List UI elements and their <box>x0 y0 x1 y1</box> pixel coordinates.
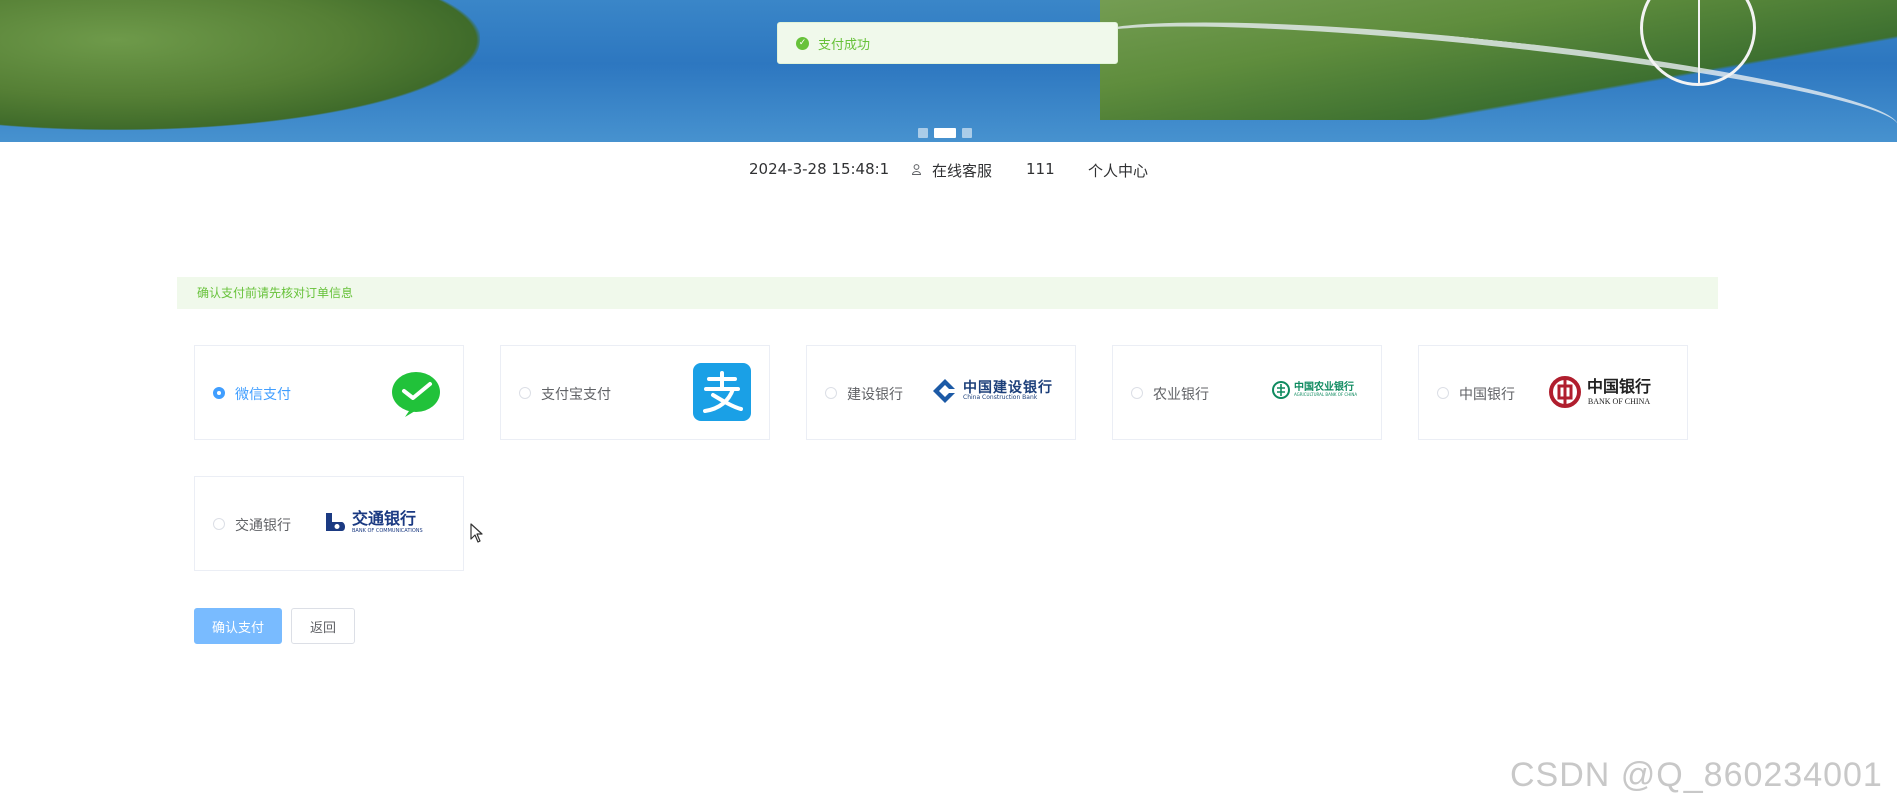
abc-logo: 中国农业银行 AGRICULTURAL BANK OF CHINA <box>1272 381 1357 399</box>
boc-logo-sub: BANK OF CHINA <box>1587 396 1651 406</box>
toast-message: 支付成功 <box>818 37 871 53</box>
radio-ccb[interactable] <box>825 387 837 399</box>
payment-label-bocom: 交通银行 <box>235 518 291 534</box>
order-tip-alert: 确认支付前请先核对订单信息 <box>177 277 1718 309</box>
abc-emblem-icon <box>1272 381 1290 399</box>
bocom-emblem-icon <box>326 513 345 531</box>
payment-label-wechat: 微信支付 <box>235 387 291 403</box>
confirm-payment-button[interactable]: 确认支付 <box>194 608 282 644</box>
payment-option-wechat[interactable]: 微信支付 <box>194 345 464 440</box>
boc-logo: 中国银行 BANK OF CHINA <box>1549 376 1651 408</box>
radio-abc[interactable] <box>1131 387 1143 399</box>
success-toast: ✓ 支付成功 <box>777 22 1118 64</box>
top-nav: 2024-3-28 15:48:1 在线客服 111 个人中心 <box>0 160 1904 180</box>
wechat-pay-icon <box>392 372 440 417</box>
profile-link[interactable]: 个人中心 <box>1088 160 1148 181</box>
username-link[interactable]: 111 <box>1026 160 1055 178</box>
boc-logo-text: 中国银行 <box>1587 376 1652 396</box>
ccb-emblem-icon <box>933 379 957 403</box>
payment-label-ccb: 建设银行 <box>847 387 903 403</box>
abc-logo-sub: AGRICULTURAL BANK OF CHINA <box>1294 392 1358 397</box>
ccb-logo-text: 中国建设银行 <box>963 380 1053 396</box>
payment-label-alipay: 支付宝支付 <box>541 387 611 403</box>
payment-option-abc[interactable]: 农业银行 中国农业银行 AGRICULTURAL BANK OF CHINA <box>1112 345 1382 440</box>
carousel-dot-3[interactable] <box>962 128 972 138</box>
boc-emblem-icon <box>1549 376 1581 408</box>
payment-option-bocom[interactable]: 交通银行 交通银行 BANK OF COMMUNICATIONS <box>194 476 464 571</box>
ccb-logo: 中国建设银行 China Construction Bank <box>932 378 1053 404</box>
payment-option-alipay[interactable]: 支付宝支付 <box>500 345 770 440</box>
user-icon <box>912 164 921 175</box>
bocom-logo: 交通银行 BANK OF COMMUNICATIONS <box>322 509 423 535</box>
radio-alipay[interactable] <box>519 387 531 399</box>
carousel-dot-1[interactable] <box>918 128 928 138</box>
radio-wechat[interactable] <box>213 387 225 399</box>
carousel-dot-2[interactable] <box>934 128 956 138</box>
radio-bocom[interactable] <box>213 518 225 530</box>
radio-boc[interactable] <box>1437 387 1449 399</box>
online-service-link[interactable]: 在线客服 <box>932 160 992 181</box>
alipay-icon <box>693 363 751 421</box>
check-circle-icon: ✓ <box>796 36 809 50</box>
back-button[interactable]: 返回 <box>291 608 355 644</box>
payment-label-boc: 中国银行 <box>1459 387 1515 403</box>
payment-option-boc[interactable]: 中国银行 中国银行 BANK OF CHINA <box>1418 345 1688 440</box>
csdn-watermark: CSDN @Q_860234001 <box>1510 756 1883 794</box>
bocom-logo-sub: BANK OF COMMUNICATIONS <box>352 527 423 534</box>
payment-label-abc: 农业银行 <box>1153 387 1209 403</box>
current-datetime: 2024-3-28 15:48:1 <box>749 160 890 178</box>
mouse-cursor-icon <box>470 523 483 543</box>
banner-island-left <box>0 0 480 130</box>
carousel-indicators <box>918 128 972 138</box>
bocom-logo-text: 交通银行 <box>352 508 417 528</box>
payment-option-ccb[interactable]: 建设银行 中国建设银行 China Construction Bank <box>806 345 1076 440</box>
